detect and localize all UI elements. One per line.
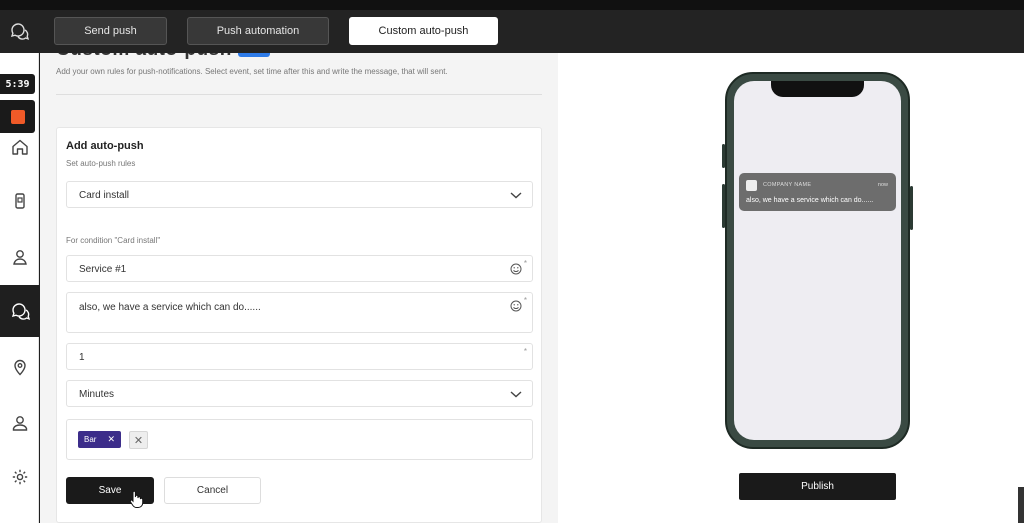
phone-screen: COMPANY NAME now also, we have a service…: [734, 81, 901, 440]
chat-icon[interactable]: [9, 21, 29, 41]
home-icon: [11, 138, 29, 156]
card-icon: [11, 192, 29, 210]
divider: [56, 94, 542, 95]
page-subtitle: Add your own rules for push-notification…: [56, 67, 448, 76]
phone-button: [910, 186, 913, 230]
time-input-value: 1: [79, 352, 85, 363]
gear-icon: [11, 468, 29, 486]
tab-custom-auto-push[interactable]: Custom auto-push: [349, 17, 498, 45]
sidebar-item-chat[interactable]: [0, 285, 39, 337]
title-input-value: Service #1: [79, 264, 127, 275]
cancel-button[interactable]: Cancel: [164, 477, 261, 504]
app-icon: [746, 180, 757, 191]
required-mark: *: [523, 296, 527, 305]
unit-select-value: Minutes: [79, 389, 115, 400]
phone-button: [722, 184, 725, 228]
time-input[interactable]: 1 *: [66, 343, 533, 370]
recording-timer: 5:39: [0, 74, 35, 94]
notification-company: COMPANY NAME: [763, 182, 812, 188]
phone-button: [722, 144, 725, 168]
emoji-icon[interactable]: [510, 263, 522, 275]
emoji-icon[interactable]: [510, 300, 522, 312]
tab-send-push[interactable]: Send push: [54, 17, 167, 45]
close-icon[interactable]: ✕: [107, 434, 115, 445]
notification-message: also, we have a service which can do....…: [746, 197, 874, 204]
close-icon: ✕: [133, 434, 144, 447]
add-auto-push-card: Add auto-push Set auto-push rules Card i…: [56, 127, 542, 523]
chevron-down-icon: [510, 190, 522, 200]
tag-chip-label: Bar: [84, 435, 97, 444]
required-mark: *: [523, 259, 527, 268]
event-select-value: Card install: [79, 190, 130, 201]
tag-chip[interactable]: Bar ✕: [78, 431, 121, 448]
sidebar-item-users[interactable]: [0, 231, 39, 283]
event-select[interactable]: Card install: [66, 181, 533, 208]
edge-shadow: [1018, 487, 1024, 523]
title-input[interactable]: Service #1 *: [66, 255, 533, 282]
phone-notch: [771, 81, 864, 97]
stop-recording-button[interactable]: [0, 100, 35, 133]
chevron-down-icon: [510, 389, 522, 399]
tab-push-automation[interactable]: Push automation: [187, 17, 329, 45]
user-icon: [11, 414, 29, 432]
stop-icon: [10, 109, 25, 124]
chat-icon: [10, 301, 30, 321]
rules-label: Set auto-push rules: [66, 159, 136, 168]
unit-select[interactable]: Minutes: [66, 380, 533, 407]
location-icon: [11, 358, 29, 376]
message-input-value: also, we have a service which can do....…: [79, 302, 261, 313]
clear-tags-button[interactable]: ✕: [129, 431, 148, 449]
notification-time: now: [877, 182, 888, 188]
settings-panel: Custom auto-push Add your own rules for …: [40, 53, 558, 523]
top-bar: Send push Push automation Custom auto-pu…: [0, 10, 1024, 53]
message-input[interactable]: also, we have a service which can do....…: [66, 292, 533, 333]
hand-cursor-icon: [128, 490, 144, 508]
sidebar-item-location[interactable]: [0, 341, 39, 393]
preview-panel: COMPANY NAME now also, we have a service…: [558, 53, 1024, 523]
top-strip: [0, 0, 1024, 10]
notification-preview: COMPANY NAME now also, we have a service…: [739, 173, 896, 211]
sidebar-item-settings[interactable]: [0, 451, 39, 503]
card-title: Add auto-push: [66, 140, 144, 152]
page-title: Custom auto-push: [56, 53, 232, 61]
tag-select[interactable]: Bar ✕ ✕: [66, 419, 533, 460]
users-icon: [11, 248, 29, 266]
sidebar-item-cards[interactable]: [0, 175, 39, 227]
sidebar-item-user[interactable]: [0, 397, 39, 449]
publish-button[interactable]: Publish: [739, 473, 896, 500]
required-mark: *: [523, 347, 527, 356]
title-badge: [238, 53, 270, 57]
phone-preview: COMPANY NAME now also, we have a service…: [722, 72, 913, 449]
condition-label: For condition "Card install": [66, 236, 161, 245]
